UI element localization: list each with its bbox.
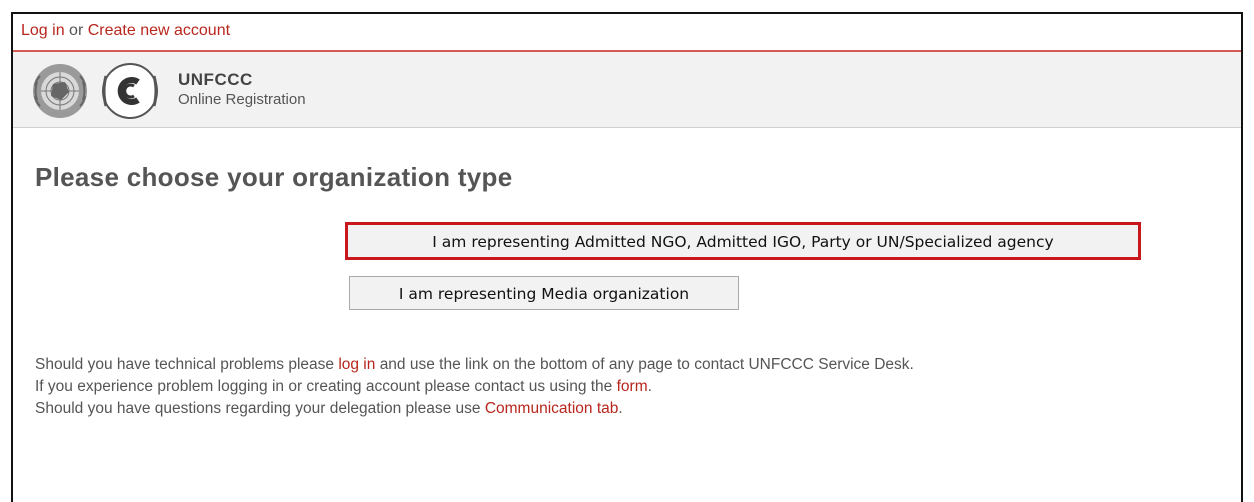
info-text: Should you have technical problems pleas… <box>35 356 334 373</box>
contact-form-link[interactable]: form <box>617 378 648 395</box>
communication-tab-link[interactable]: Communication tab <box>485 400 619 417</box>
or-text: or <box>69 22 84 39</box>
media-organization-button[interactable]: I am representing Media organization <box>349 276 739 310</box>
login-problems-text: If you experience problem logging in or … <box>35 378 652 396</box>
technical-problems-text: Should you have technical problems pleas… <box>35 356 914 374</box>
page-title: Please choose your organization type <box>35 162 513 192</box>
climate-change-logo-icon <box>102 63 158 119</box>
un-emblem-icon <box>33 64 87 118</box>
site-header <box>13 52 1241 128</box>
admitted-organization-button[interactable]: I am representing Admitted NGO, Admitted… <box>345 222 1141 260</box>
info-text: and use the link on the bottom of any pa… <box>379 356 914 373</box>
delegation-questions-text: Should you have questions regarding your… <box>35 400 623 418</box>
brand-title: UNFCCC <box>178 70 253 89</box>
service-desk-login-link[interactable]: log in <box>338 356 375 373</box>
brand-subtitle: Online Registration <box>178 91 306 108</box>
info-text: . <box>647 378 652 395</box>
info-text: Should you have questions regarding your… <box>35 400 481 417</box>
info-text: . <box>618 400 623 417</box>
create-account-link[interactable]: Create new account <box>88 22 230 39</box>
account-links: Log in or Create new account <box>21 14 230 48</box>
info-text: If you experience problem logging in or … <box>35 378 613 395</box>
login-link[interactable]: Log in <box>21 22 65 39</box>
